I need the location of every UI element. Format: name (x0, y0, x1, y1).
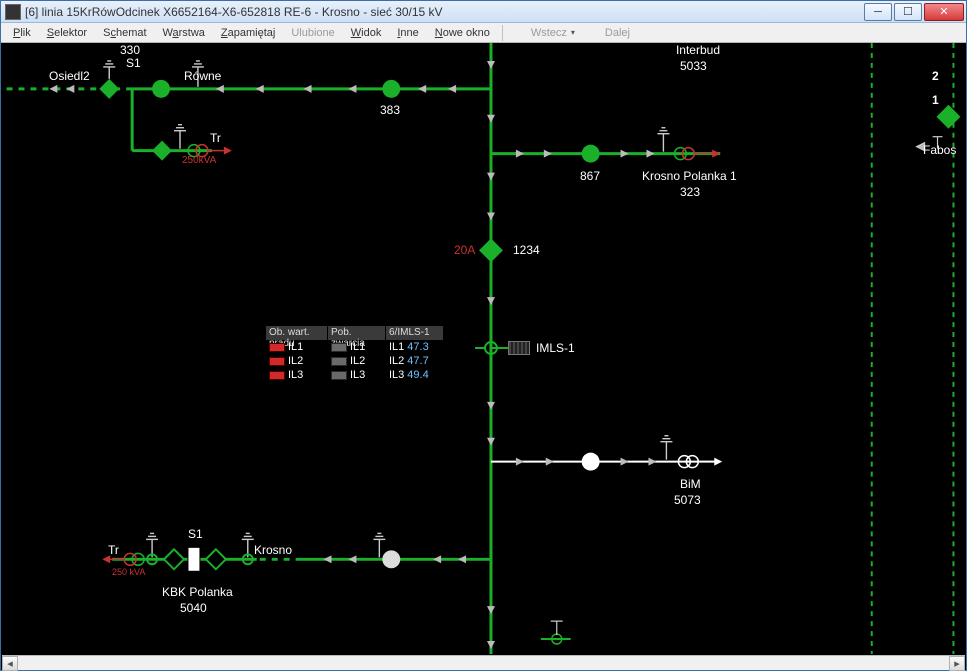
led-icon (269, 357, 285, 366)
measure-cell: IL3 (389, 369, 404, 381)
menubar: Plik Selektor Schemat Warstwa Zapamiętaj… (1, 23, 966, 43)
led-icon (269, 371, 285, 380)
measurement-panel: Ob. wart. prądu Pob. zwarcia 6/IMLS-1 IL… (266, 326, 446, 382)
measure-value: 47.7 (407, 355, 428, 367)
label-fabos: Fabos (923, 143, 956, 157)
label-krosno-polanka-1: Krosno Polanka 1 (642, 169, 737, 183)
measure-cell: IL2 (288, 355, 303, 367)
label-s1-top: S1 (126, 56, 141, 70)
label-imls: IMLS-1 (536, 341, 575, 355)
label-krosno: Krosno (254, 543, 292, 557)
label-20a: 20A (454, 243, 475, 257)
label-right-1: 1 (932, 93, 939, 107)
led-icon (331, 357, 347, 366)
label-tr-bot: Tr (108, 543, 119, 557)
label-383: 383 (380, 103, 400, 117)
measure-hdr-0: Ob. wart. prądu (266, 326, 328, 340)
schematic-svg (2, 43, 965, 654)
measure-header: Ob. wart. prądu Pob. zwarcia 6/IMLS-1 (266, 326, 446, 340)
measure-cell: IL1 (389, 341, 404, 353)
measure-row: IL3IL3IL349.4 (266, 368, 446, 382)
led-icon (269, 343, 285, 352)
label-kbk: KBK Polanka (162, 585, 233, 599)
measure-value: 49.4 (407, 369, 428, 381)
led-icon (331, 371, 347, 380)
measure-hdr-1: Pob. zwarcia (328, 326, 386, 340)
meter-icon (508, 341, 530, 355)
scroll-right-button[interactable]: ▸ (949, 656, 965, 671)
scroll-left-button[interactable]: ◂ (2, 656, 18, 671)
label-rowne: Równe (184, 69, 221, 83)
label-5073: 5073 (674, 493, 701, 507)
forward-icon (587, 26, 601, 40)
label-s1-bot: S1 (188, 527, 203, 541)
label-867: 867 (580, 169, 600, 183)
measure-cell: IL2 (389, 355, 404, 367)
label-interbud: Interbud (668, 43, 728, 57)
measure-cell: IL1 (350, 341, 365, 353)
label-5033: 5033 (680, 59, 707, 73)
label-bim: BiM (680, 477, 701, 491)
label-323: 323 (680, 185, 700, 199)
measure-cell: IL3 (288, 369, 303, 381)
measure-hdr-2: 6/IMLS-1 (386, 326, 444, 340)
label-osiedl2: Osiedl2 (49, 69, 90, 83)
label-330: 330 (120, 43, 140, 57)
label-5040: 5040 (180, 601, 207, 615)
measure-cell: IL3 (350, 369, 365, 381)
label-right-2: 2 (932, 69, 939, 83)
label-trafo-top: 250kVA (182, 155, 216, 166)
measure-cell: IL1 (288, 341, 303, 353)
imls-indicator: IMLS-1 (508, 341, 575, 355)
measure-value: 47.3 (407, 341, 428, 353)
measure-cell: IL2 (350, 355, 365, 367)
nav-fwd-button[interactable]: Dalej (581, 24, 636, 42)
scroll-track[interactable] (18, 656, 949, 670)
hscrollbar[interactable]: ◂ ▸ (2, 655, 965, 670)
label-tr-top: Tr (210, 131, 221, 145)
label-1234: 1234 (513, 243, 540, 257)
label-trafo-bot: 250 kVA (112, 567, 145, 577)
led-icon (331, 343, 347, 352)
schematic-viewport[interactable]: 330 S1 Osiedl2 Równe Tr 250kVA 383 Inter… (2, 43, 965, 654)
measure-row: IL2IL2IL247.7 (266, 354, 446, 368)
app-window: [6] linia 15KrRówOdcinek X6652164-X6-652… (0, 0, 967, 671)
measure-row: IL1IL1IL147.3 (266, 340, 446, 354)
